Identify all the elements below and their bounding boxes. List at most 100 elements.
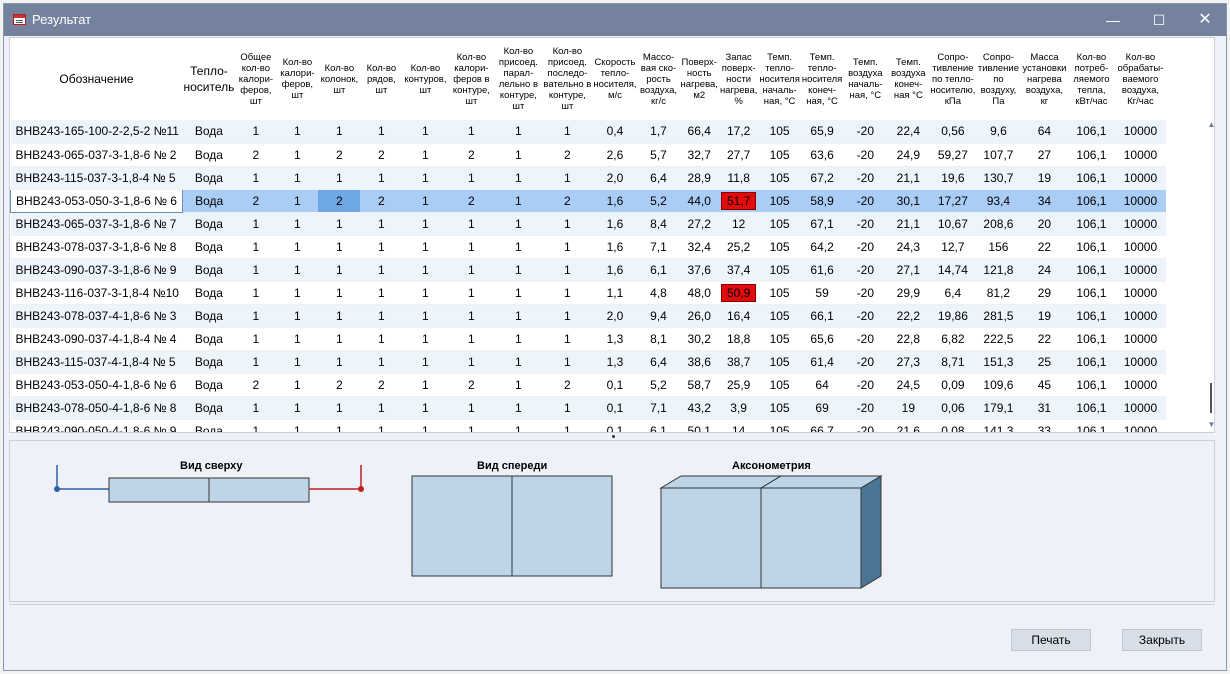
table-cell[interactable]: 106,1 <box>1068 166 1115 190</box>
table-cell[interactable]: 19,86 <box>929 304 977 328</box>
column-header[interactable]: Масса установки нагрева воздуха, кг <box>1020 38 1069 120</box>
table-cell[interactable]: 1 <box>494 258 543 282</box>
column-header[interactable]: Общее кол-во калори-феров, шт <box>235 38 277 120</box>
table-row[interactable]: ВНВ243-116-037-3-1,8-4 №10 Вода 1 1 1 1 1 1 1 1 1,… <box>10 281 1167 305</box>
table-cell[interactable]: -20 <box>843 143 888 167</box>
table-cell[interactable]: 105 <box>758 304 801 328</box>
vertical-scrollbar[interactable]: ▲ ▼ <box>1207 118 1214 432</box>
table-cell[interactable]: 1,3 <box>592 327 638 351</box>
table-cell[interactable]: 63,6 <box>800 143 844 167</box>
table-cell[interactable]: 18,8 <box>718 327 759 351</box>
table-cell[interactable]: 0,1 <box>592 373 638 397</box>
table-cell[interactable]: 32,4 <box>679 235 719 259</box>
table-row[interactable]: ВНВ243-078-050-4-1,8-6 № 8 Вода 1 1 1 1 1 1 1 1 0,… <box>10 396 1167 420</box>
table-row[interactable]: ВНВ243-090-037-4-1,8-4 № 4 Вода 1 1 1 1 1 1 1 1 1,… <box>10 327 1167 351</box>
table-cell[interactable]: 27,1 <box>887 258 930 282</box>
table-cell[interactable]: 9,4 <box>637 304 680 328</box>
table-cell[interactable]: 1 <box>276 281 319 305</box>
table-cell[interactable]: 1 <box>360 120 403 144</box>
table-cell[interactable]: 1 <box>318 281 361 305</box>
table-cell[interactable]: 10000 <box>1114 350 1167 374</box>
column-header[interactable]: Кол-во присоед. последо-вательно в конту… <box>542 38 593 120</box>
table-cell[interactable]: 106,1 <box>1068 419 1115 432</box>
table-cell[interactable]: 10000 <box>1114 189 1167 213</box>
table-cell[interactable]: 27,2 <box>679 212 719 236</box>
table-cell[interactable]: Вода <box>182 304 236 328</box>
table-cell[interactable]: 2 <box>360 189 403 213</box>
table-cell[interactable]: 2 <box>235 189 277 213</box>
table-cell[interactable]: 38,7 <box>718 350 759 374</box>
column-header[interactable]: Сопро-тивление по воздуху, Па <box>976 38 1021 120</box>
table-cell[interactable]: 1 <box>318 235 361 259</box>
column-header[interactable]: Скорость тепло-носителя, м/с <box>592 38 638 120</box>
table-cell[interactable]: 66,7 <box>800 419 844 432</box>
table-cell[interactable]: 50,1 <box>679 419 719 432</box>
table-cell[interactable]: 1 <box>402 327 449 351</box>
table-cell[interactable]: 1 <box>360 396 403 420</box>
table-cell[interactable]: 1 <box>360 419 403 432</box>
table-cell[interactable]: 1 <box>542 258 593 282</box>
table-cell[interactable]: 1 <box>494 120 543 144</box>
table-cell[interactable]: 106,1 <box>1068 212 1115 236</box>
table-cell[interactable]: 1,3 <box>592 350 638 374</box>
cell-designation[interactable]: ВНВ243-078-037-4-1,8-6 № 3 <box>10 304 183 328</box>
table-cell[interactable]: 1 <box>235 350 277 374</box>
table-row[interactable]: ВНВ243-053-050-3-1,8-6 № 6 Вода 2 1 2 2 1 2 1 2 1,… <box>10 188 1167 213</box>
table-cell[interactable]: 1 <box>276 235 319 259</box>
table-cell[interactable]: 1 <box>276 189 319 213</box>
table-cell[interactable]: 12 <box>718 212 759 236</box>
table-cell[interactable]: 1 <box>494 373 543 397</box>
table-cell[interactable]: 28,9 <box>679 166 719 190</box>
table-cell[interactable]: 106,1 <box>1068 350 1115 374</box>
cell-designation[interactable]: ВНВ243-053-050-3-1,8-6 № 6 <box>10 188 183 213</box>
table-cell[interactable]: 141,3 <box>976 419 1021 432</box>
table-cell[interactable]: 179,1 <box>976 396 1021 420</box>
table-cell[interactable]: 66,4 <box>679 120 719 144</box>
table-cell[interactable]: 19 <box>887 396 930 420</box>
table-cell[interactable]: 1 <box>448 166 495 190</box>
table-cell[interactable]: 69 <box>800 396 844 420</box>
table-cell[interactable]: 2 <box>448 189 495 213</box>
table-cell[interactable]: 58,9 <box>800 189 844 213</box>
table-cell[interactable]: 81,2 <box>976 281 1021 305</box>
table-row[interactable]: ВНВ243-078-037-4-1,8-6 № 3 Вода 1 1 1 1 1 1 1 1 2,… <box>10 304 1167 328</box>
table-cell[interactable]: 1 <box>360 281 403 305</box>
table-cell[interactable]: 1 <box>235 396 277 420</box>
table-cell[interactable]: 8,1 <box>637 327 680 351</box>
table-cell[interactable]: 1 <box>318 419 361 432</box>
table-cell[interactable]: 1,1 <box>592 281 638 305</box>
table-cell[interactable]: 106,1 <box>1068 143 1115 167</box>
column-header[interactable]: Кол-во присоед. парал-лельно в контуре, … <box>494 38 543 120</box>
table-row[interactable]: ВНВ243-053-050-4-1,8-6 № 6 Вода 2 1 2 2 1 2 1 2 0,… <box>10 373 1167 397</box>
table-cell[interactable]: 2 <box>235 373 277 397</box>
table-cell[interactable]: 105 <box>758 143 801 167</box>
table-cell[interactable]: 1 <box>494 212 543 236</box>
table-cell[interactable]: 10000 <box>1114 212 1167 236</box>
column-header[interactable]: Кол-во контуров, шт <box>402 38 449 120</box>
table-cell[interactable]: 1 <box>542 120 593 144</box>
table-cell[interactable]: 1 <box>318 396 361 420</box>
table-cell[interactable]: 106,1 <box>1068 281 1115 305</box>
table-cell[interactable]: 10000 <box>1114 120 1167 144</box>
table-cell[interactable]: 10000 <box>1114 396 1167 420</box>
table-cell[interactable]: 1 <box>494 235 543 259</box>
table-cell[interactable]: 1,6 <box>592 189 638 213</box>
table-cell[interactable]: 105 <box>758 166 801 190</box>
table-cell[interactable]: 44,0 <box>679 189 719 213</box>
table-row[interactable]: ВНВ243-115-037-4-1,8-4 № 5 Вода 1 1 1 1 1 1 1 1 1,… <box>10 350 1167 374</box>
table-cell[interactable]: 1 <box>235 212 277 236</box>
table-row[interactable]: ВНВ243-065-037-3-1,8-6 № 7 Вода 1 1 1 1 1 1 1 1 1,… <box>10 212 1167 236</box>
table-cell[interactable]: Вода <box>182 235 236 259</box>
table-cell[interactable]: 32,7 <box>679 143 719 167</box>
table-cell[interactable]: 5,2 <box>637 373 680 397</box>
table-cell[interactable]: 1 <box>402 396 449 420</box>
table-cell[interactable]: -20 <box>843 166 888 190</box>
table-cell[interactable]: 1 <box>276 396 319 420</box>
table-cell[interactable]: 6,82 <box>929 327 977 351</box>
table-cell[interactable]: 1 <box>494 189 543 213</box>
table-cell[interactable]: 0,1 <box>592 419 638 432</box>
table-cell[interactable]: 19 <box>1020 304 1069 328</box>
table-cell[interactable]: 30,2 <box>679 327 719 351</box>
table-cell[interactable]: 109,6 <box>976 373 1021 397</box>
table-cell[interactable]: 1,6 <box>592 212 638 236</box>
